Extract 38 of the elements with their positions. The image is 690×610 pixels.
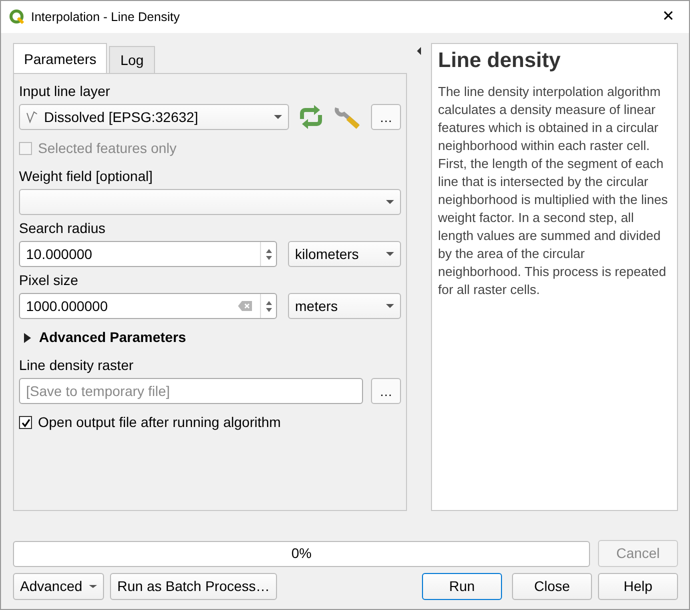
batch-button[interactable]: Run as Batch Process…: [110, 573, 277, 600]
number-field[interactable]: 10.000000: [26, 244, 260, 264]
output-field[interactable]: [Save to temporary file]: [26, 380, 362, 402]
number-spinbox[interactable]: 10.000000: [19, 241, 277, 267]
clear-icon[interactable]: [238, 301, 252, 311]
field-label: Input line layer: [19, 82, 112, 100]
more-button[interactable]: …: [371, 104, 401, 130]
field-label: Line density raster: [19, 356, 134, 374]
dialog-button[interactable]: Help: [598, 573, 678, 600]
number-field[interactable]: 1000.000000: [26, 296, 238, 316]
line-layer-icon: [26, 110, 40, 124]
field-label: Pixel size: [19, 271, 80, 289]
help-text: The line density interpolation algorithm calculates a density measure of linear features which is obtained in a circular neighborhood within each raster cell. First, the length of the segment of each line that is intersected by the circular neighborhood is multiplied with the lines weight factor. In a second step, all length values are summed and divided by the area of the circular neighborhood. This process is repeated for all raster cells.: [438, 83, 669, 300]
tab[interactable]: Parameters: [13, 43, 108, 73]
collapse-arrow-icon[interactable]: [417, 47, 421, 55]
number-spinbox[interactable]: 1000.000000: [19, 293, 277, 319]
output-box[interactable]: [Save to temporary file]: [19, 378, 363, 404]
dialog-button[interactable]: Close: [512, 573, 592, 600]
unit-dropdown[interactable]: meters: [288, 293, 401, 319]
field-label: Weight field [optional]: [19, 167, 154, 185]
window-title: Interpolation - Line Density: [31, 8, 181, 26]
field-label: Search radius: [19, 219, 106, 237]
layer-dropdown[interactable]: Dissolved [EPSG:32632]: [19, 104, 289, 130]
refresh-icon[interactable]: [297, 105, 325, 129]
app-logo-icon: [9, 9, 25, 25]
more-button[interactable]: …: [371, 378, 401, 404]
help-title: Line density: [438, 48, 562, 74]
run-button[interactable]: Run: [422, 573, 502, 600]
checkbox[interactable]: [19, 416, 32, 429]
progress-text: 0%: [291, 544, 312, 563]
close-button[interactable]: ✕: [656, 6, 681, 28]
unit-dropdown[interactable]: kilometers: [288, 241, 401, 267]
collapsible-header[interactable]: Advanced Parameters: [19, 326, 401, 349]
checkbox-label: Selected features only: [38, 139, 177, 158]
checkbox-label: Open output file after running algorithm: [38, 413, 281, 432]
weight-dropdown[interactable]: [19, 189, 401, 215]
advanced-menu-button[interactable]: Advanced: [13, 573, 104, 600]
tab[interactable]: Log: [109, 46, 155, 73]
